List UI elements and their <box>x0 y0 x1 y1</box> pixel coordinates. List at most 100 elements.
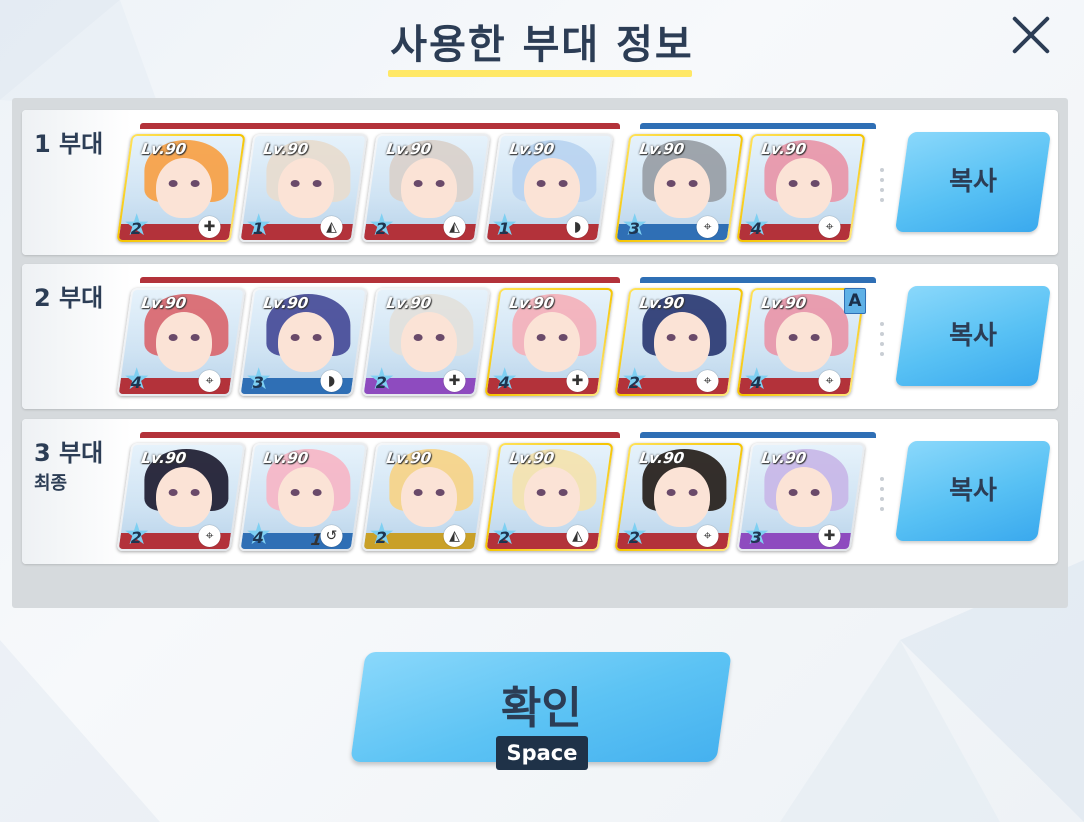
dealer-icon: ⌖ <box>198 370 221 392</box>
heal-icon: ✚ <box>818 525 841 547</box>
confirm-label: 확인 <box>500 683 582 734</box>
student-card[interactable]: Lv.90 ★ 4 ⌖ <box>736 134 866 242</box>
squad-sublabel: 최종 <box>34 473 68 494</box>
student-card[interactable]: Lv.90 ★ 2 ⌖ <box>614 288 744 396</box>
dealer-icon: ⌖ <box>696 370 719 392</box>
bond-icon: ↺ <box>320 525 343 547</box>
student-card[interactable]: Lv.90 ★ 4 ⌖ <box>116 288 246 396</box>
student-card[interactable]: Lv.90 ★ 2 ✚ <box>361 288 491 396</box>
student-card[interactable]: Lv.90 ★ 2 ⌖ <box>116 443 246 551</box>
squad-label: 3 부대 <box>34 439 104 467</box>
squad-label: 2 부대 <box>34 284 104 312</box>
heal-icon: ✚ <box>443 370 466 392</box>
space-key-hint: Space <box>496 736 588 770</box>
drag-handle[interactable] <box>880 168 884 208</box>
star-count: 2 <box>130 528 142 547</box>
level-label: Lv.90 <box>508 294 556 312</box>
level-label: Lv.90 <box>638 294 686 312</box>
squad-label: 1 부대 <box>34 130 104 158</box>
student-card[interactable]: Lv.90 ★ 1 ◭ <box>238 134 368 242</box>
student-card[interactable]: Lv.90 ★ 2 ✚ <box>116 134 246 242</box>
drag-handle[interactable] <box>880 477 884 517</box>
student-card[interactable]: Lv.90 ★ 3 ⌖ <box>614 134 744 242</box>
handle-dot <box>880 198 884 202</box>
student-card[interactable]: Lv.90 ★ 2 ◭ <box>361 443 491 551</box>
level-label: Lv.90 <box>508 449 556 467</box>
star-count: 2 <box>130 219 142 238</box>
level-label: Lv.90 <box>140 294 188 312</box>
level-label: Lv.90 <box>508 140 556 158</box>
handle-dot <box>880 352 884 356</box>
star-count: 2 <box>375 219 387 238</box>
squad-row: 3 부대 최종 Lv.90 ★ 2 ⌖ Lv.90 ★ 4 1 ↺ Lv.90 ★ 2 ◭ Lv.90 ★ 2 ◭ L… <box>22 419 1058 564</box>
star-count: 3 <box>252 373 264 392</box>
level-label: Lv.90 <box>140 449 188 467</box>
squad-row: 2 부대 Lv.90 ★ 4 ⌖ Lv.90 ★ 3 ◗ Lv.90 ★ 2 ✚ Lv.90 ★ 4 ✚ Lv.9… <box>22 264 1058 409</box>
drag-handle[interactable] <box>880 322 884 362</box>
striker-bar <box>140 432 620 438</box>
handle-dot <box>880 507 884 511</box>
star-count: 2 <box>375 528 387 547</box>
star-count: 4 <box>750 219 762 238</box>
student-card[interactable]: Lv.90 ★ 2 ◭ <box>484 443 614 551</box>
handle-dot <box>880 497 884 501</box>
tank-icon: ◗ <box>320 370 343 392</box>
student-card[interactable]: Lv.90 ★ 3 ✚ <box>736 443 866 551</box>
title-underline <box>388 70 692 77</box>
student-card[interactable]: Lv.90 ★ 2 ◭ <box>361 134 491 242</box>
heal-icon: ✚ <box>198 216 221 238</box>
support-icon: ◭ <box>443 216 466 238</box>
level-label: Lv.90 <box>638 449 686 467</box>
star-count: 1 <box>498 219 510 238</box>
handle-dot <box>880 342 884 346</box>
copy-button-label: 복사 <box>949 476 997 506</box>
handle-dot <box>880 168 884 172</box>
handle-dot <box>880 188 884 192</box>
assist-badge: A <box>844 288 866 314</box>
support-icon: ◭ <box>320 216 343 238</box>
tank-icon: ◗ <box>566 216 589 238</box>
level-label: Lv.90 <box>760 140 808 158</box>
heal-icon: ✚ <box>566 370 589 392</box>
student-card[interactable]: Lv.90 ★ 4 1 ↺ <box>238 443 368 551</box>
star-count: 4 <box>130 373 142 392</box>
level-label: Lv.90 <box>385 294 433 312</box>
student-card[interactable]: Lv.90 ★ 4 ✚ <box>484 288 614 396</box>
support-icon: ◭ <box>443 525 466 547</box>
star-count: 3 <box>750 528 762 547</box>
student-card[interactable]: Lv.90 ★ 1 ◗ <box>484 134 614 242</box>
level-label: Lv.90 <box>262 294 310 312</box>
special-bar <box>640 277 876 283</box>
handle-dot <box>880 178 884 182</box>
student-card[interactable]: Lv.90 ★ 2 ⌖ <box>614 443 744 551</box>
close-icon[interactable] <box>1008 12 1054 58</box>
page-title: 사용한 부대 정보 <box>390 22 694 68</box>
dealer-icon: ⌖ <box>696 216 719 238</box>
level-label: Lv.90 <box>760 449 808 467</box>
star-count: 2 <box>628 528 640 547</box>
level-label: Lv.90 <box>385 449 433 467</box>
handle-dot <box>880 322 884 326</box>
copy-button[interactable]: 복사 <box>894 441 1052 541</box>
copy-button-label: 복사 <box>949 167 997 197</box>
star-count: 1 <box>252 219 264 238</box>
star-count: 2 <box>498 528 510 547</box>
copy-button-label: 복사 <box>949 321 997 351</box>
level-label: Lv.90 <box>385 140 433 158</box>
squad-row: 1 부대 Lv.90 ★ 2 ✚ Lv.90 ★ 1 ◭ Lv.90 ★ 2 ◭ Lv.90 ★ 1 ◗ Lv.9… <box>22 110 1058 255</box>
level-label: Lv.90 <box>262 140 310 158</box>
star-count: 4 <box>750 373 762 392</box>
handle-dot <box>880 332 884 336</box>
star-count: 4 <box>498 373 510 392</box>
student-card[interactable]: Lv.90 ★ 3 ◗ <box>238 288 368 396</box>
striker-bar <box>140 123 620 129</box>
dealer-icon: ⌖ <box>696 525 719 547</box>
star-count: 4 <box>252 528 264 547</box>
copy-button[interactable]: 복사 <box>894 132 1052 232</box>
level-label: Lv.90 <box>638 140 686 158</box>
level-label: Lv.90 <box>262 449 310 467</box>
star-count: 3 <box>628 219 640 238</box>
dealer-icon: ⌖ <box>818 216 841 238</box>
copy-button[interactable]: 복사 <box>894 286 1052 386</box>
star-count: 2 <box>375 373 387 392</box>
